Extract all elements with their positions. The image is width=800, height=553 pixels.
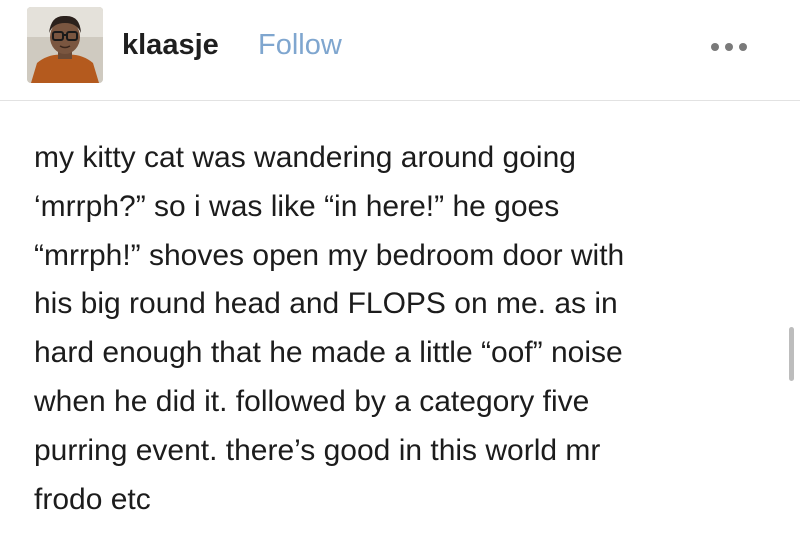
- tumblr-post: klaasje Follow my kitty cat was wanderin…: [0, 0, 800, 553]
- post-text-line: ‘mrrph?” so i was like “in here!” he goe…: [34, 189, 560, 223]
- more-dot: [725, 43, 733, 51]
- post-text-line: when he did it. followed by a category f…: [34, 384, 590, 418]
- post-body: my kitty cat was wandering around going …: [34, 134, 774, 524]
- more-horizontal-icon[interactable]: [708, 36, 752, 56]
- scrollbar[interactable]: [789, 327, 794, 381]
- avatar[interactable]: [27, 7, 103, 83]
- follow-button[interactable]: Follow: [258, 28, 342, 62]
- username[interactable]: klaasje: [122, 28, 219, 62]
- post-text-line: purring event. there’s good in this worl…: [34, 433, 601, 467]
- post-text-line: frodo etc: [34, 482, 151, 516]
- post-header: klaasje Follow: [0, 0, 800, 101]
- post-text-line: his big round head and FLOPS on me. as i…: [34, 287, 618, 321]
- post-text-line: “mrrph!” shoves open my bedroom door wit…: [34, 238, 625, 272]
- more-dot: [711, 43, 719, 51]
- post-text-line: my kitty cat was wandering around going: [34, 141, 576, 174]
- more-dot: [739, 43, 747, 51]
- post-text-line: hard enough that he made a little “oof” …: [34, 336, 623, 370]
